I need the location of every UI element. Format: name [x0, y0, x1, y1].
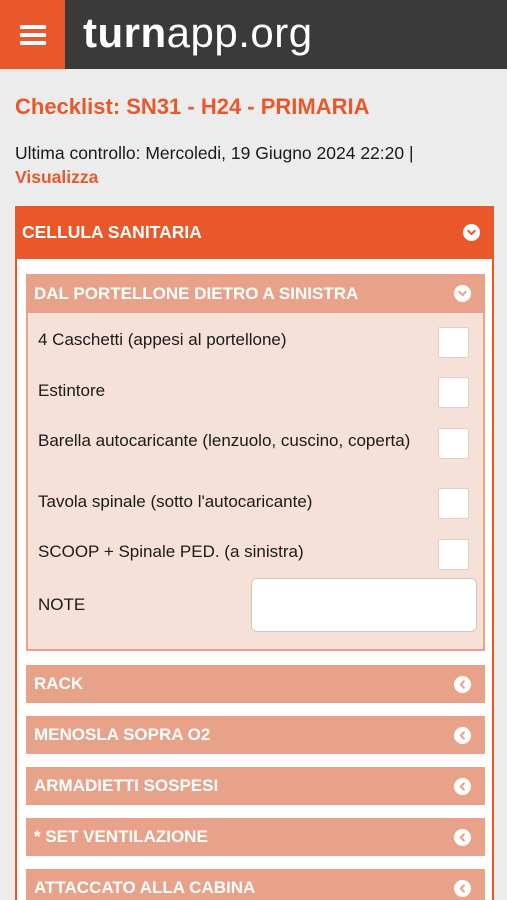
chevron-left-circle-icon [454, 675, 471, 693]
subsection-title: MENOSLA SOPRA O2 [34, 725, 211, 744]
subsection-menosla[interactable]: MENOSLA SOPRA O2 [26, 716, 485, 754]
last-check-text: Ultima controllo: Mercoledi, 19 Giugno 2… [15, 143, 414, 163]
checklist-item: 4 Caschetti (appesi al portellone) [38, 330, 287, 349]
subsection-title: DAL PORTELLONE DIETRO A SINISTRA [34, 283, 359, 303]
hamburger-icon [19, 24, 46, 45]
chevron-left-circle-icon [454, 726, 471, 744]
section-cellula-sanitaria: CELLULA SANITARIA DAL PORTELLONE DIETRO … [15, 206, 494, 900]
subsection-rack[interactable]: RACK [26, 665, 485, 703]
subsection-portellone: DAL PORTELLONE DIETRO A SINISTRA 4 Casch… [26, 274, 485, 651]
page-title: Checklist: SN31 - H24 - PRIMARIA [15, 94, 370, 119]
chevron-left-circle-icon [454, 828, 471, 846]
subsection-title: ARMADIETTI SOSPESI [34, 776, 219, 795]
subsection-title: ATTACCATO ALLA CABINA [34, 878, 256, 897]
chevron-down-circle-icon [454, 285, 471, 302]
subsection-title: * SET VENTILAZIONE [34, 827, 208, 846]
subsection-ventilazione[interactable]: * SET VENTILAZIONE [26, 818, 485, 856]
subsection-title: RACK [34, 674, 84, 693]
last-check-info: Ultima controllo: Mercoledi, 19 Giugno 2… [15, 141, 500, 189]
checklist-item: Estintore [38, 381, 106, 400]
chevron-left-circle-icon [454, 879, 471, 897]
item-checkbox[interactable] [438, 539, 469, 570]
subsection-cabina[interactable]: ATTACCATO ALLA CABINA [26, 869, 485, 900]
section-title: CELLULA SANITARIA [22, 222, 202, 242]
item-checkbox[interactable] [438, 327, 469, 358]
top-bar: turnapp.org [0, 0, 507, 69]
checklist-item: Barella autocaricante (lenzuolo, cuscino… [38, 431, 411, 450]
subsection-header[interactable]: DAL PORTELLONE DIETRO A SINISTRA [26, 274, 485, 313]
note-input[interactable] [251, 578, 477, 632]
subsection-armadietti[interactable]: ARMADIETTI SOSPESI [26, 767, 485, 805]
section-header[interactable]: CELLULA SANITARIA [15, 206, 494, 259]
note-label: NOTE [38, 595, 86, 614]
menu-button[interactable] [0, 0, 65, 69]
item-checkbox[interactable] [438, 377, 469, 408]
item-checkbox[interactable] [438, 488, 469, 519]
chevron-down-circle-icon [463, 224, 480, 241]
checklist-item: Tavola spinale (sotto l'autocaricante) [38, 492, 313, 511]
chevron-left-circle-icon [454, 777, 471, 795]
view-link[interactable]: Visualizza [15, 167, 98, 187]
brand-logo[interactable]: turnapp.org [83, 8, 313, 58]
item-checkbox[interactable] [438, 428, 469, 459]
checklist-item: SCOOP + Spinale PED. (a sinistra) [38, 542, 304, 561]
